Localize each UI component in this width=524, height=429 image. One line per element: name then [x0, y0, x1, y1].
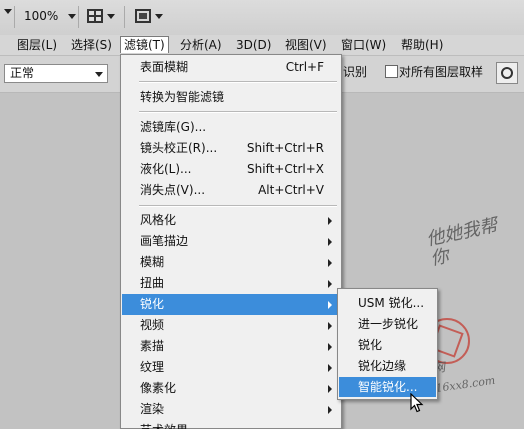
zoom-level: 100% [24, 9, 59, 23]
menu-item-label: 艺术效果 [140, 420, 188, 429]
chevron-down-icon [4, 9, 12, 14]
menu-window[interactable]: 窗口(W) [338, 37, 389, 53]
sample-all-layers-label: 对所有图层取样 [399, 65, 484, 79]
submenu-arrow-icon [328, 322, 332, 330]
menu-item-brush-strokes[interactable]: 画笔描边 [122, 231, 340, 252]
divider [14, 6, 15, 28]
menu-item-label: 视频 [140, 318, 165, 332]
screen-mode-icon [135, 9, 151, 23]
menu-item-texture[interactable]: 纹理 [122, 357, 340, 378]
menu-separator [139, 205, 337, 207]
sharpen-submenu: USM 锐化... 进一步锐化 锐化 锐化边缘 智能锐化... [337, 288, 438, 400]
menu-item-liquify[interactable]: 液化(L)... Shift+Ctrl+X [122, 159, 340, 180]
menu-item-label: 纹理 [140, 360, 165, 374]
view-extras-button[interactable] [4, 9, 12, 14]
menu-item-label: 画笔描边 [140, 234, 189, 248]
menu-item-artistic[interactable]: 艺术效果 [122, 420, 340, 429]
menu-item-last-filter[interactable]: 表面模糊 Ctrl+F [122, 57, 340, 78]
menu-item-video[interactable]: 视频 [122, 315, 340, 336]
truncated-option-label: 识别 [343, 65, 368, 79]
menu-item-convert-smart-filter[interactable]: 转换为智能滤镜 [122, 87, 340, 108]
submenu-item-sharpen[interactable]: 锐化 [339, 335, 436, 355]
submenu-item-sharpen-more[interactable]: 进一步锐化 [339, 314, 436, 334]
screen-mode-button[interactable] [135, 9, 163, 23]
menu-item-pixelate[interactable]: 像素化 [122, 378, 340, 399]
menu-item-label: 模糊 [140, 255, 165, 269]
submenu-item-usm-sharpen[interactable]: USM 锐化... [339, 293, 436, 313]
grid-icon [87, 9, 103, 23]
submenu-item-label: 锐化边缘 [358, 359, 407, 373]
chevron-down-icon [155, 13, 163, 19]
menu-item-label: 转换为智能滤镜 [140, 90, 225, 104]
submenu-item-label: 锐化 [358, 338, 383, 352]
shortcut-label: Ctrl+F [285, 60, 324, 74]
submenu-arrow-icon [328, 406, 332, 414]
mode-select[interactable]: 正常 [4, 64, 108, 83]
menu-item-lens-correction[interactable]: 镜头校正(R)... Shift+Ctrl+R [122, 138, 340, 159]
menu-item-label: 风格化 [140, 213, 177, 227]
submenu-item-sharpen-edges[interactable]: 锐化边缘 [339, 356, 436, 376]
filter-menu: 表面模糊 Ctrl+F 转换为智能滤镜 滤镜库(G)... 镜头校正(R)...… [120, 54, 342, 429]
divider [124, 6, 125, 28]
submenu-arrow-icon [328, 259, 332, 267]
menu-item-stylize[interactable]: 风格化 [122, 210, 340, 231]
menu-item-distort[interactable]: 扭曲 [122, 273, 340, 294]
menu-view[interactable]: 视图(V) [282, 37, 330, 53]
menu-item-label: 滤镜库(G)... [140, 120, 207, 134]
menu-item-label: 扭曲 [140, 276, 165, 290]
mouse-pointer-icon [410, 393, 424, 413]
submenu-arrow-icon [328, 343, 332, 351]
menu-item-label: 镜头校正(R)... [140, 141, 218, 155]
submenu-arrow-icon [328, 217, 332, 225]
divider [78, 6, 79, 28]
submenu-arrow-icon [328, 280, 332, 288]
menu-item-sketch[interactable]: 素描 [122, 336, 340, 357]
pressure-toggle-button[interactable] [496, 62, 518, 84]
menu-separator [139, 111, 337, 113]
menu-analysis[interactable]: 分析(A) [177, 37, 225, 53]
menu-filter[interactable]: 滤镜(T) [120, 36, 169, 53]
menu-item-blur[interactable]: 模糊 [122, 252, 340, 273]
chevron-down-icon [68, 13, 77, 19]
menu-bar: 图层(L) 选择(S) 滤镜(T) 分析(A) 3D(D) 视图(V) 窗口(W… [0, 35, 524, 56]
arrange-documents-button[interactable] [87, 9, 115, 23]
shortcut-label: Shift+Ctrl+X [247, 162, 324, 176]
menu-separator [139, 81, 337, 83]
menu-item-render[interactable]: 渲染 [122, 399, 340, 420]
menu-item-label: 锐化 [140, 297, 165, 311]
submenu-arrow-icon [328, 301, 332, 309]
tablet-pressure-icon [501, 67, 513, 79]
menu-item-sharpen[interactable]: 锐化 [122, 294, 340, 315]
menu-item-filter-gallery[interactable]: 滤镜库(G)... [122, 117, 340, 138]
shortcut-label: Shift+Ctrl+R [246, 141, 324, 155]
menu-help[interactable]: 帮助(H) [398, 37, 446, 53]
menu-item-label: 像素化 [140, 381, 177, 395]
submenu-item-label: 智能锐化... [358, 380, 418, 394]
submenu-arrow-icon [328, 385, 332, 393]
zoom-level-dropdown[interactable]: 100% [24, 9, 77, 23]
menu-item-label: 表面模糊 [140, 60, 189, 74]
menu-select[interactable]: 选择(S) [68, 37, 115, 53]
shortcut-label: Alt+Ctrl+V [258, 183, 324, 197]
sample-all-layers-checkbox[interactable] [385, 65, 398, 78]
menu-item-label: 渲染 [140, 402, 165, 416]
menu-layer[interactable]: 图层(L) [14, 37, 60, 53]
mode-value: 正常 [10, 66, 35, 80]
application-bar: 100% [0, 0, 524, 36]
menu-3d[interactable]: 3D(D) [233, 37, 274, 53]
menu-item-label: 液化(L)... [140, 162, 192, 176]
menu-item-label: 素描 [140, 339, 165, 353]
chevron-down-icon [107, 13, 115, 19]
submenu-item-label: USM 锐化... [358, 296, 425, 310]
submenu-arrow-icon [328, 364, 332, 372]
menu-item-label: 消失点(V)... [140, 183, 206, 197]
chevron-down-icon [95, 72, 103, 77]
submenu-item-label: 进一步锐化 [358, 317, 419, 331]
menu-item-vanishing-point[interactable]: 消失点(V)... Alt+Ctrl+V [122, 180, 340, 201]
submenu-arrow-icon [328, 238, 332, 246]
